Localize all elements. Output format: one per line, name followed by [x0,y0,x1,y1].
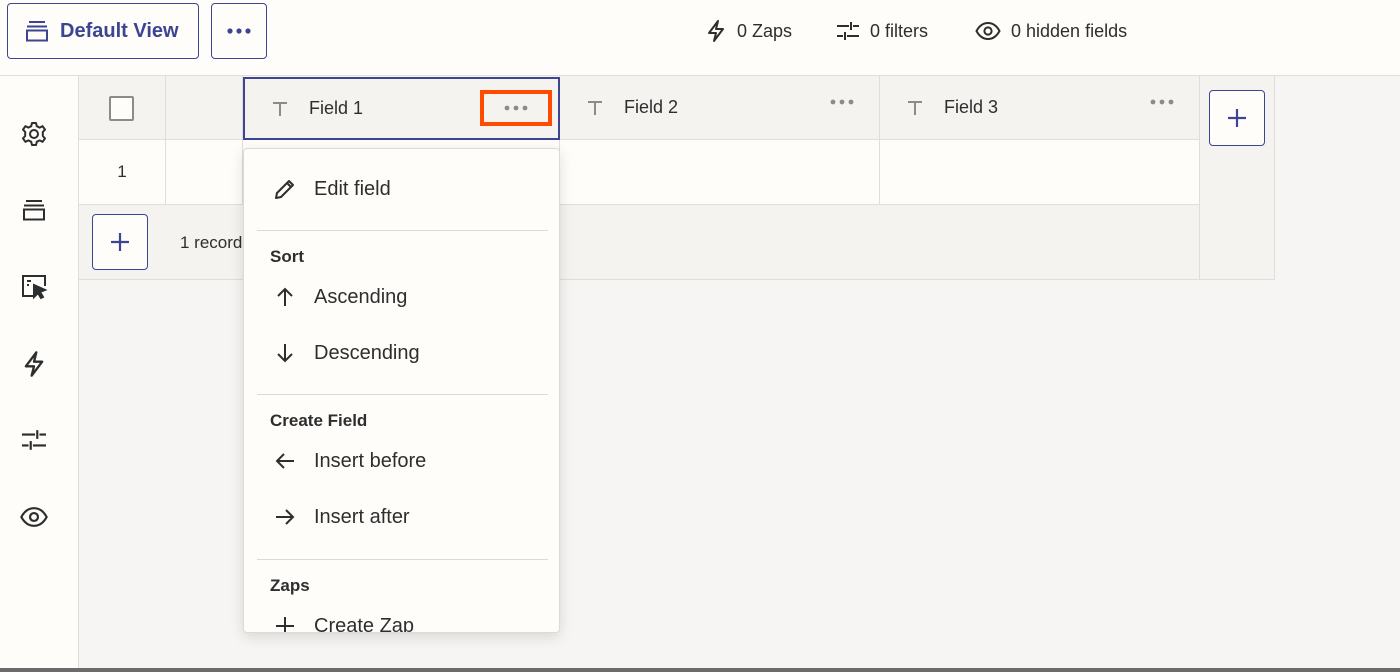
field-header-label: Field 1 [309,98,364,118]
menu-divider [257,394,548,395]
table-cell-field-2[interactable] [560,140,880,205]
row-number: 1 [117,162,127,181]
sort-ascending-label: Ascending [314,285,408,308]
insert-before-label: Insert before [314,449,427,472]
create-zap-item[interactable]: Create Zap [244,602,559,633]
gear-icon [20,120,48,148]
add-field-button[interactable] [1209,90,1265,146]
settings-sidebar-button[interactable] [18,118,50,150]
interfaces-sidebar-button[interactable] [18,271,50,303]
arrow-up-icon [272,284,298,310]
sort-ascending-item[interactable]: Ascending [244,273,559,321]
field-header-3[interactable]: Field 3 [880,76,1200,140]
menu-divider [257,559,548,560]
record-count: 1 record [180,233,243,252]
left-sidebar [0,76,79,668]
top-toolbar: Default View 0 Zaps 0 filters 0 hidden f… [0,0,1400,76]
zap-icon [705,19,727,43]
menu-divider [257,230,548,231]
filter-icon [20,428,48,452]
text-type-icon [271,100,291,118]
views-icon [21,197,47,223]
filter-icon [836,20,860,42]
sort-descending-item[interactable]: Descending [244,329,559,377]
insert-after-label: Insert after [314,505,410,528]
add-record-button[interactable] [92,214,148,270]
select-all-cell [79,76,166,140]
edit-field-item[interactable]: Edit field [244,165,559,213]
insert-after-item[interactable]: Insert after [244,493,559,541]
bottom-scrollbar[interactable] [0,668,1400,672]
more-icon [226,27,252,35]
select-all-checkbox[interactable] [109,96,134,121]
zaps-count-label: 0 Zaps [737,20,793,41]
plus-icon [272,613,298,632]
more-icon [503,104,529,112]
field-options-button[interactable] [1149,98,1175,106]
field-options-button[interactable] [829,98,855,106]
default-view-button[interactable]: Default View [7,3,199,59]
hidden-fields-count[interactable]: 0 hidden fields [975,18,1127,44]
insert-before-item[interactable]: Insert before [244,437,559,485]
edit-field-label: Edit field [314,177,391,200]
create-zap-label: Create Zap [314,614,415,633]
text-type-icon [906,99,926,117]
sort-descending-label: Descending [314,341,420,364]
hidden-fields-label: 0 hidden fields [1011,20,1128,41]
views-sidebar-button[interactable] [18,194,50,226]
field-header-label: Field 3 [944,97,999,117]
create-field-heading: Create Field [270,411,368,430]
arrow-down-icon [272,340,298,366]
default-view-label: Default View [60,19,179,42]
views-icon [24,18,50,44]
eye-icon [19,506,49,528]
filters-sidebar-button[interactable] [18,424,50,456]
zaps-sidebar-button[interactable] [18,348,50,380]
interface-icon [20,273,48,301]
row-spacer-cell [166,140,243,205]
arrow-left-icon [272,448,298,474]
row-spacer-header [166,76,243,140]
eye-icon [975,21,1001,41]
field-header-label: Field 2 [624,97,679,117]
filters-count-label: 0 filters [870,20,929,41]
sort-heading: Sort [270,247,304,266]
arrow-right-icon [272,504,298,530]
pencil-icon [272,176,298,202]
zaps-count[interactable]: 0 Zaps [705,18,792,44]
text-type-icon [586,99,606,117]
zaps-heading: Zaps [270,576,310,595]
field-header-2[interactable]: Field 2 [560,76,880,140]
field-1-options-button[interactable] [480,90,552,126]
plus-icon [1226,107,1248,129]
filters-count[interactable]: 0 filters [836,18,928,44]
row-number-cell: 1 [79,140,166,205]
table-cell-field-3[interactable] [880,140,1200,205]
hidden-fields-sidebar-button[interactable] [18,501,50,533]
field-options-menu: Edit field Sort Ascending Descending Cre… [243,148,560,633]
zap-icon [21,350,47,378]
plus-icon [109,231,131,253]
view-more-button[interactable] [211,3,267,59]
